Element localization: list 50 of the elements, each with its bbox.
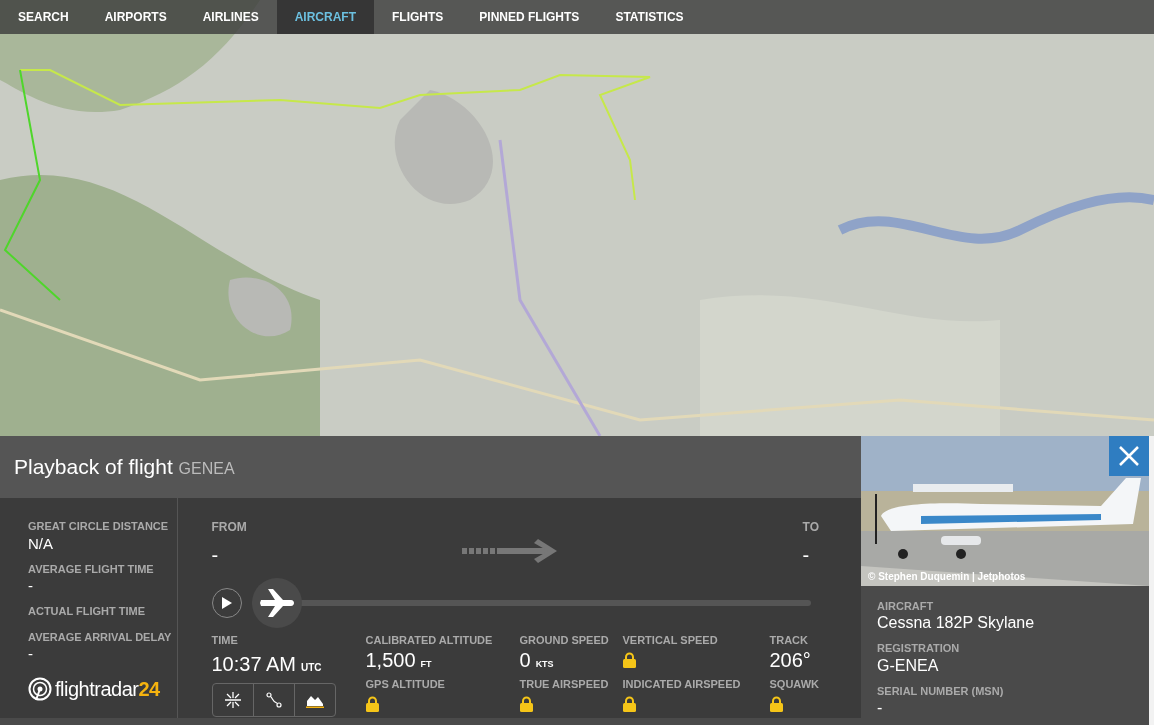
lock-icon — [622, 651, 636, 668]
stat-unit: FT — [420, 657, 432, 671]
plane-slider-handle[interactable] — [251, 578, 302, 628]
lock-icon — [365, 695, 379, 712]
from-value: - — [211, 543, 220, 568]
stat-label: INDICATED AIRSPEED — [622, 677, 742, 692]
photo-credit: © Stephen Duquemin | Jetphotos — [868, 569, 1026, 584]
close-icon — [1119, 446, 1139, 466]
panel-title: Playback of flight GENEA — [14, 454, 235, 481]
lock-icon — [519, 695, 533, 712]
info-label: REGISTRATION — [877, 641, 961, 656]
stat-unit: KTS — [535, 657, 554, 671]
collapse-icon — [224, 691, 241, 708]
lock-icon — [622, 695, 636, 712]
time-unit: UTC — [301, 660, 322, 675]
stat-value: - — [28, 645, 34, 662]
stat-label: GPS ALTITUDE — [365, 677, 446, 692]
playback-slider[interactable] — [251, 578, 811, 628]
radar-icon — [28, 677, 52, 701]
to-value: - — [802, 543, 811, 568]
stat-label: TRUE AIRSPEED — [519, 677, 610, 692]
close-button[interactable] — [1109, 436, 1149, 476]
lock-icon — [769, 695, 783, 712]
stat-label: ACTUAL FLIGHT TIME — [28, 604, 147, 619]
stat-value: N/A — [28, 534, 54, 552]
stat-value: - — [28, 577, 34, 594]
from-label: FROM — [211, 519, 248, 536]
stat-value: 0 — [519, 648, 531, 671]
time-label: TIME — [211, 633, 239, 648]
info-label: SERIAL NUMBER (MSN) — [877, 683, 1005, 699]
info-value: - — [877, 699, 884, 717]
stat-value: 1,500 — [365, 648, 416, 671]
to-label: TO — [802, 519, 819, 536]
stat-label: VERTICAL SPEED — [622, 633, 719, 648]
stat-label: AVERAGE FLIGHT TIME — [28, 561, 155, 577]
stat-value: 206° — [769, 648, 811, 671]
stat-label: TRACK — [769, 633, 809, 648]
arrow-icon — [461, 538, 558, 564]
info-value: Cessna 182P Skylane — [877, 614, 1036, 632]
logo-text: flightradar24 — [55, 677, 160, 702]
route-icon — [265, 691, 282, 708]
stat-label: GROUND SPEED — [519, 633, 610, 648]
time-value: 10:37 AM — [211, 651, 296, 677]
info-label: AIRCRAFT — [877, 598, 935, 614]
stat-label: CALIBRATED ALTITUDE — [365, 633, 494, 648]
play-icon — [221, 597, 232, 609]
stat-label: GREAT CIRCLE DISTANCE — [28, 519, 170, 534]
stat-label: SQUAWK — [769, 677, 819, 692]
stat-label: AVERAGE ARRIVAL DELAY — [28, 629, 173, 645]
info-value: G-ENEA — [877, 656, 940, 675]
